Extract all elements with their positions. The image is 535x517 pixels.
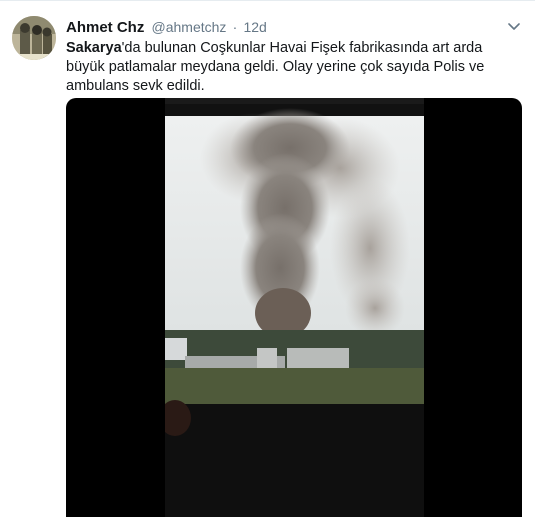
user-handle[interactable]: @ahmetchz [152,19,227,35]
chevron-down-icon[interactable] [507,17,521,37]
tweet[interactable]: Ahmet Chz @ahmetchz · 12d Sakarya'da bul… [0,0,535,517]
tweet-video[interactable] [66,98,522,517]
separator-dot: · [232,19,238,35]
timestamp[interactable]: 12d [243,19,266,35]
video-frame[interactable] [159,98,424,517]
tweet-header: Ahmet Chz @ahmetchz · 12d [66,17,521,37]
avatar[interactable] [12,16,56,60]
video-still [159,98,424,517]
tweet-text-rest: 'da bulunan Coşkunlar Havai Fişek fabrik… [66,40,485,94]
tweet-text-bold[interactable]: Sakarya [66,40,122,56]
tweet-text: Sakarya'da bulunan Coşkunlar Havai Fişek… [66,39,518,96]
display-name[interactable]: Ahmet Chz [66,19,144,36]
avatar-image [12,16,56,60]
